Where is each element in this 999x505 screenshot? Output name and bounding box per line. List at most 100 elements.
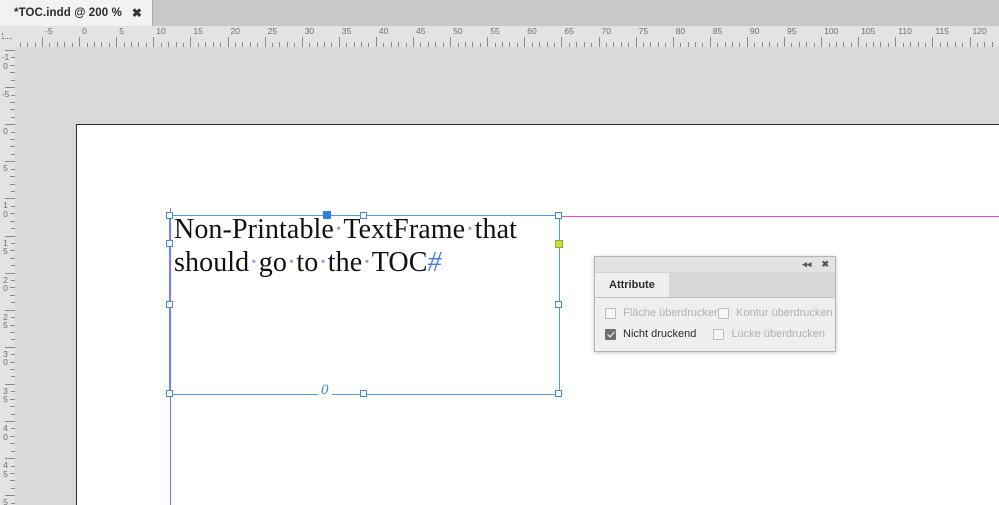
ruler-label: 55 xyxy=(490,26,500,36)
ruler-label: 5 xyxy=(3,163,8,174)
ruler-label: 30 xyxy=(3,348,8,368)
frame-handle-top-right[interactable] xyxy=(555,212,562,219)
ruler-origin-icon[interactable] xyxy=(0,26,16,48)
attribute-row-2: Nicht druckend Lücke überdrucken xyxy=(605,328,825,340)
text-run: Non xyxy=(174,214,223,245)
ruler-label: 15 xyxy=(193,26,203,36)
checkbox-nicht-druckend[interactable]: Nicht druckend xyxy=(605,328,713,340)
checkbox-box[interactable] xyxy=(718,307,729,319)
text-run: should xyxy=(174,247,250,278)
checkbox-box[interactable] xyxy=(713,328,725,340)
ruler-label: 110 xyxy=(898,26,912,36)
close-icon[interactable]: ✖ xyxy=(132,7,142,19)
ruler-label: 15 xyxy=(3,237,8,256)
frame-handle-bottom-center[interactable] xyxy=(360,390,367,397)
space-mark: · xyxy=(286,247,297,278)
text-frame[interactable]: Non-Printable·TextFrame·that should·go·t… xyxy=(166,211,563,398)
ruler-label: -5 xyxy=(45,26,53,36)
checkbox-box[interactable] xyxy=(605,328,616,340)
frame-handle-top-center[interactable] xyxy=(360,212,367,219)
ruler-label: 20 xyxy=(230,26,240,36)
space-mark: · xyxy=(318,247,328,278)
ruler-label: 65 xyxy=(564,26,574,36)
panel-tab-filler xyxy=(669,273,835,297)
ruler-tick-major xyxy=(5,124,15,126)
text-run: - xyxy=(222,214,232,245)
ruler-tick-major xyxy=(301,37,303,47)
text-run: Printable xyxy=(231,214,334,245)
ruler-label: 115 xyxy=(935,26,949,36)
ruler-tick-major xyxy=(635,37,637,47)
ruler-tick-major xyxy=(153,37,155,47)
ruler-tick-major xyxy=(79,37,81,47)
collapse-icon[interactable]: ◂◂ xyxy=(802,259,811,269)
tab-attribute[interactable]: Attribute xyxy=(595,273,669,297)
ruler-tick-major xyxy=(746,37,748,47)
text-frame-in-port[interactable] xyxy=(166,240,173,247)
checkbox-flaeche-ueberdrucken[interactable]: Fläche überdrucken xyxy=(605,307,720,319)
tab-attribute-label: Attribute xyxy=(609,279,655,291)
ruler-label: 25 xyxy=(3,311,8,331)
text-frame-content: Non-Printable·TextFrame·that should·go·t… xyxy=(174,213,574,279)
ruler-tick-major xyxy=(561,37,563,47)
checkbox-label: Kontur überdrucken xyxy=(736,307,833,319)
document-canvas[interactable]: Non-Printable·TextFrame·that should·go·t… xyxy=(15,47,999,505)
ruler-label: 0 xyxy=(82,26,87,36)
ruler-label: 120 xyxy=(972,26,987,36)
horizontal-ruler[interactable]: -5 0 5 10 15 20 25 30 35 40 45 50 55 60 65 70 75 80 85 90 95… xyxy=(15,26,999,48)
text-run: to xyxy=(296,247,319,278)
checkbox-kontur-ueberdrucken[interactable]: Kontur überdrucken xyxy=(718,307,833,319)
close-icon[interactable]: ✖ xyxy=(821,259,829,269)
ruler-tick-major xyxy=(5,198,15,200)
space-mark: · xyxy=(333,214,344,245)
ruler-tick-major xyxy=(895,37,897,47)
text-line-2: should·go·to·the·TOC# xyxy=(174,246,574,279)
ruler-tick-major xyxy=(821,37,823,47)
ruler-tick-major xyxy=(227,37,229,47)
checkbox-luecke-ueberdrucken[interactable]: Lücke überdrucken xyxy=(713,328,825,340)
ruler-tick-major xyxy=(672,37,674,47)
panel-header[interactable]: ◂◂ ✖ xyxy=(595,257,835,273)
document-tab-bar: *TOC.indd @ 200 % ✖ xyxy=(0,0,999,27)
ruler-label: 45 xyxy=(416,26,426,36)
ruler-tick-major xyxy=(116,37,118,47)
live-corner-handle[interactable] xyxy=(555,240,563,248)
ruler-tick-major xyxy=(524,37,526,47)
ruler-tick-major xyxy=(5,495,15,497)
ruler-label: 70 xyxy=(601,26,611,36)
ruler-label: -5 xyxy=(1,89,10,100)
ruler-label: 80 xyxy=(675,26,686,36)
ruler-label: 0 xyxy=(3,126,8,137)
frame-handle-middle-right[interactable] xyxy=(555,301,562,308)
checkbox-label: Lücke überdrucken xyxy=(731,328,825,340)
frame-handle-bottom-left[interactable] xyxy=(166,390,173,397)
frame-handle-middle-left[interactable] xyxy=(166,301,173,308)
end-of-story-mark: # xyxy=(427,247,442,278)
checkbox-box[interactable] xyxy=(605,307,616,319)
ruler-guide-horizontal xyxy=(558,216,999,217)
text-run: that xyxy=(474,214,518,245)
document-tab[interactable]: *TOC.indd @ 200 % ✖ xyxy=(0,0,153,26)
attribute-row-1: Fläche überdrucken Kontur überdrucken xyxy=(605,307,833,319)
ruler-tick-major xyxy=(932,37,934,47)
text-frame-out-port[interactable]: 0 xyxy=(318,383,332,398)
content-grabber-handle[interactable] xyxy=(323,211,331,219)
frame-handle-bottom-right[interactable] xyxy=(555,390,562,397)
ruler-tick-major xyxy=(375,37,377,47)
ruler-tick-major xyxy=(450,37,452,47)
ruler-tick-major xyxy=(264,37,266,47)
vertical-ruler[interactable]: -10 -5 0 5 10 15 20 25 30 35 40 45 50 xyxy=(0,47,16,505)
ruler-tick-major xyxy=(42,37,43,47)
ruler-tick-major xyxy=(5,50,15,51)
ruler-tick-major xyxy=(5,458,15,460)
space-mark: · xyxy=(249,247,259,278)
ruler-tick-major xyxy=(709,37,711,47)
ruler-tick-major xyxy=(5,309,15,311)
ruler-label: 90 xyxy=(749,26,760,36)
attribute-panel[interactable]: ◂◂ ✖ Attribute Fläche überdrucken Kontur… xyxy=(594,256,836,352)
ruler-label: 40 xyxy=(3,423,8,442)
ruler-tick-major xyxy=(784,37,785,47)
ruler-label: 105 xyxy=(861,26,876,36)
frame-handle-top-left[interactable] xyxy=(166,212,173,219)
ruler-tick-major xyxy=(413,37,414,47)
